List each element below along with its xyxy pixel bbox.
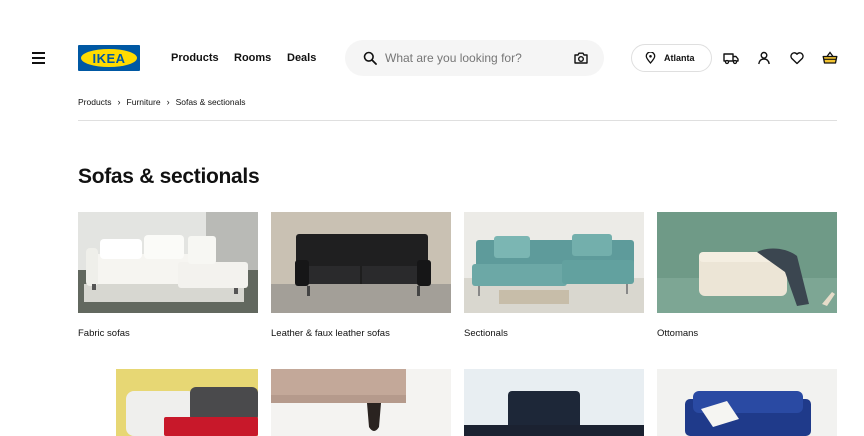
- category-label: Fabric sofas: [78, 328, 130, 339]
- search-input[interactable]: [385, 49, 565, 67]
- category-card-sectionals[interactable]: Sectionals: [464, 212, 644, 339]
- nav-deals[interactable]: Deals: [287, 52, 316, 64]
- breadcrumb-separator: ›: [166, 97, 170, 107]
- ikea-logo[interactable]: IKEA: [78, 45, 140, 71]
- category-card[interactable]: [271, 369, 451, 436]
- truck-icon[interactable]: [723, 50, 739, 66]
- category-image: [657, 369, 837, 436]
- ottoman-image: [657, 212, 837, 313]
- pin-icon: [645, 52, 656, 64]
- breadcrumb: Products › Furniture › Sofas & sectional…: [78, 97, 246, 107]
- category-card-fabric-sofas[interactable]: Fabric sofas: [78, 212, 258, 339]
- menu-icon[interactable]: [32, 52, 45, 64]
- category-card[interactable]: [464, 369, 644, 436]
- logo-text: IKEA: [92, 50, 126, 66]
- breadcrumb-products[interactable]: Products: [78, 97, 112, 107]
- camera-icon[interactable]: [574, 51, 588, 65]
- category-card-ottomans[interactable]: Ottomans: [657, 212, 837, 339]
- category-label: Ottomans: [657, 328, 699, 339]
- category-image: [78, 369, 258, 436]
- search-bar[interactable]: [345, 40, 604, 76]
- nav-rooms[interactable]: Rooms: [234, 52, 271, 64]
- basket-icon[interactable]: [822, 50, 838, 66]
- breadcrumb-separator: ›: [117, 97, 121, 107]
- leather-sofa-image: [271, 212, 451, 313]
- heart-icon[interactable]: [789, 50, 805, 66]
- sectional-image: [464, 212, 644, 313]
- fabric-sofa-image: [78, 212, 258, 313]
- store-location-button[interactable]: Atlanta: [631, 44, 712, 72]
- category-image: [464, 369, 644, 436]
- category-label: Leather & faux leather sofas: [271, 328, 390, 339]
- search-icon[interactable]: [363, 51, 377, 65]
- breadcrumb-current: Sofas & sectionals: [175, 97, 246, 107]
- category-card[interactable]: [657, 369, 837, 436]
- header-divider: [78, 120, 837, 121]
- category-image: [271, 369, 451, 436]
- nav-products[interactable]: Products: [171, 52, 219, 64]
- location-label: Atlanta: [664, 53, 695, 63]
- category-card-leather-sofas[interactable]: Leather & faux leather sofas: [271, 212, 451, 339]
- breadcrumb-furniture[interactable]: Furniture: [127, 97, 161, 107]
- page-title: Sofas & sectionals: [78, 165, 260, 188]
- user-icon[interactable]: [756, 50, 772, 66]
- category-card[interactable]: [78, 369, 258, 436]
- category-label: Sectionals: [464, 328, 508, 339]
